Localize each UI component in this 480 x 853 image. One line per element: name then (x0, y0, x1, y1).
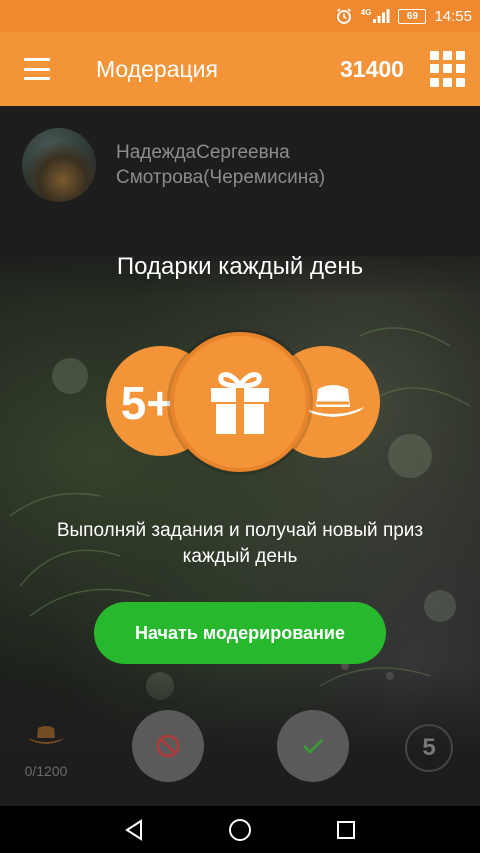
balance-counter: 31400 (340, 56, 404, 82)
start-moderation-button[interactable]: Начать модерирование (94, 602, 386, 664)
status-time: 14:55 (434, 7, 472, 25)
profile-name-line-2: Смотрова(Черемисина) (116, 167, 326, 188)
promo-description: Выполняй задания и получай новый приз ка… (0, 518, 480, 570)
hat-progress: 0/1200 (16, 724, 76, 779)
hat-count: 0/1200 (24, 763, 68, 779)
gift-icon (170, 332, 310, 472)
signal-icon: 4G (361, 8, 391, 24)
reject-button[interactable] (132, 710, 204, 782)
back-icon[interactable] (120, 816, 148, 844)
profile-name-line-1: НадеждаСергеевна (116, 142, 290, 163)
hat-icon (28, 726, 64, 744)
menu-icon[interactable] (24, 58, 50, 80)
promo-description-line-1: Выполняй задания и получай новый приз (56, 520, 424, 541)
gift-bonus-label: 5+ (120, 377, 174, 429)
moderation-actions: 0/1200 5 (0, 704, 480, 804)
recent-apps-icon[interactable] (332, 816, 360, 844)
home-icon[interactable] (226, 816, 254, 844)
apps-grid-icon[interactable] (430, 51, 466, 87)
gifts-title: Подарки каждый день (116, 253, 364, 280)
profile-header[interactable]: НадеждаСергеевна Смотрова(Черемисина) (22, 128, 325, 202)
system-nav-bar (0, 806, 480, 853)
avatar (22, 128, 96, 202)
moderation-screen: НадеждаСергеевна Смотрова(Черемисина) По… (0, 106, 480, 806)
block-icon (156, 734, 180, 758)
promo-description-line-2: каждый день (182, 546, 298, 567)
status-bar: 4G 69 14:55 (0, 0, 480, 32)
approve-button[interactable] (277, 710, 349, 782)
check-icon (303, 739, 323, 754)
level-badge: 5 (405, 724, 453, 772)
page-title: Модерация (96, 56, 218, 82)
network-type: 4G (360, 8, 372, 17)
app-bar: Модерация 31400 (0, 32, 480, 106)
alarm-icon (335, 7, 353, 25)
battery-indicator: 69 (398, 8, 427, 24)
gift-carousel: 5+ (0, 332, 480, 472)
profile-name: НадеждаСергеевна Смотрова(Черемисина) (116, 140, 325, 190)
